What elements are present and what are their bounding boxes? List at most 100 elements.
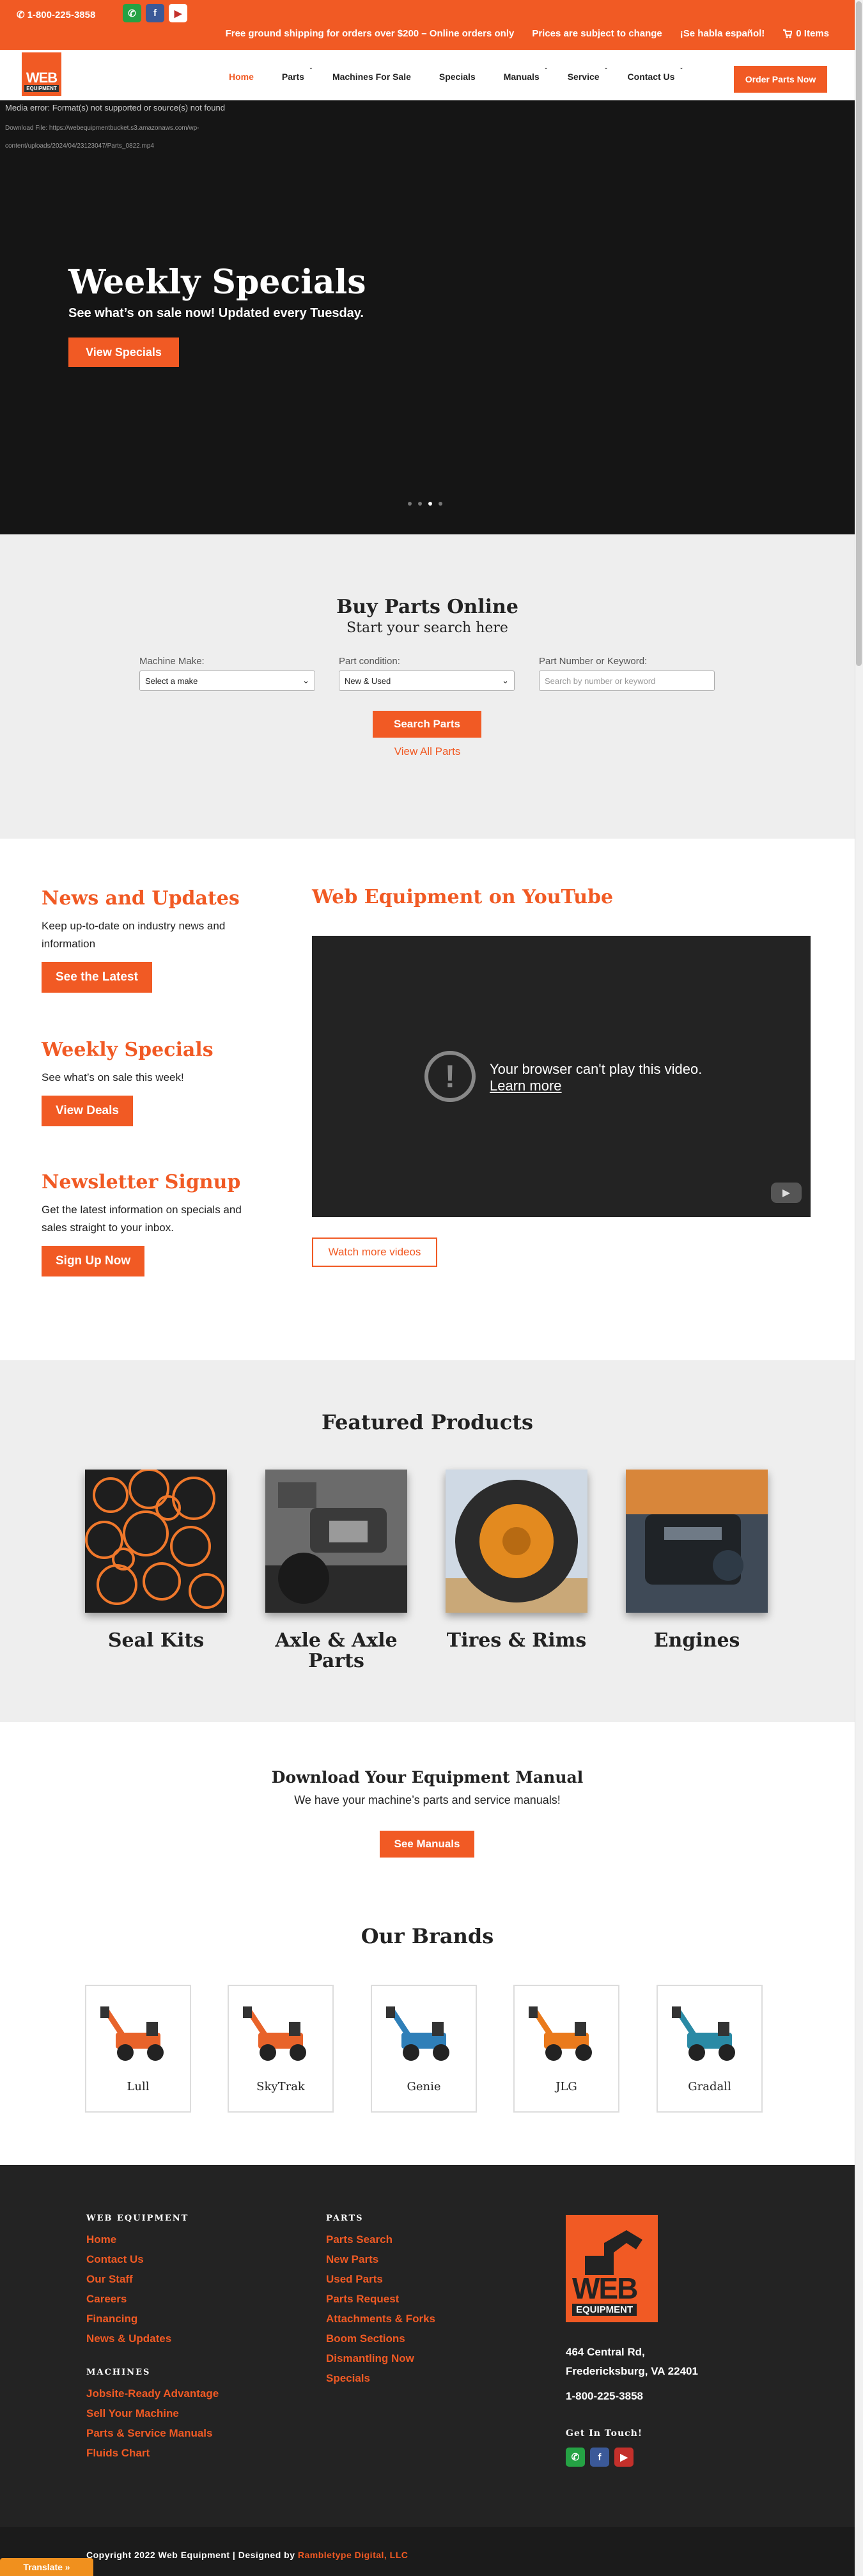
brand-card-lull[interactable]: Lull <box>85 1985 191 2113</box>
footer-social: ✆ f ▶ <box>566 2448 634 2467</box>
watch-more-button[interactable]: Watch more videos <box>312 1238 437 1267</box>
nav-service[interactable]: Service ˇ <box>567 68 607 82</box>
nav-machines[interactable]: Machines For Sale <box>332 72 411 82</box>
footer-heading: PARTS <box>326 2214 364 2223</box>
footer-link[interactable]: News & Updates <box>86 2329 219 2348</box>
address-line-1: 464 Central Rd, <box>566 2346 645 2358</box>
slider-dot[interactable] <box>408 502 412 506</box>
nav-parts[interactable]: Parts ˇ <box>282 68 312 82</box>
nav-contact-label: Contact Us <box>627 72 675 82</box>
brand-card-skytrak[interactable]: SkyTrak <box>228 1985 334 2113</box>
chevron-down-icon: ˇ <box>309 68 312 75</box>
footer-link[interactable]: Dismantling Now <box>326 2348 435 2368</box>
footer-link[interactable]: Parts & Service Manuals <box>86 2423 219 2443</box>
keyword-field: Part Number or Keyword: Search by number… <box>539 656 715 691</box>
footer-link[interactable]: Our Staff <box>86 2269 219 2289</box>
media-error: Media error: Format(s) not supported or … <box>5 103 225 113</box>
view-all-parts-link[interactable]: View All Parts <box>0 745 855 758</box>
footer-link[interactable]: New Parts <box>326 2249 435 2269</box>
product-seal-kits[interactable]: Seal Kits <box>85 1470 227 1651</box>
footer-link[interactable]: Contact Us <box>86 2249 219 2269</box>
footer-link[interactable]: Boom Sections <box>326 2329 435 2348</box>
footer-link[interactable]: Used Parts <box>326 2269 435 2289</box>
top-bar: ✆ 1-800-225-3858 ✆ f ▶ Free ground shipp… <box>0 0 855 50</box>
youtube-icon[interactable]: ▶ <box>614 2448 634 2467</box>
nav-service-label: Service <box>567 72 600 82</box>
footer-link[interactable]: Fluids Chart <box>86 2443 219 2463</box>
condition-select[interactable]: New & Used ⌄ <box>339 671 515 691</box>
telehandler-icon <box>243 2006 306 2061</box>
youtube-icon[interactable]: ▶ <box>169 4 187 22</box>
media-download-link[interactable]: Download File: https://webequipmentbucke… <box>5 120 274 155</box>
brands-section: Our Brands Lull SkyTrak Genie JLG Gradall <box>0 1882 855 2165</box>
cart-count: 0 Items <box>796 28 829 39</box>
featured-products-section: Featured Products Seal Kits Axle & Axle … <box>0 1360 855 1722</box>
telehandler-icon <box>672 2006 735 2061</box>
seal-kits-image <box>85 1470 227 1613</box>
translate-button[interactable]: Translate » <box>0 2558 93 2576</box>
footer-link[interactable]: Specials <box>326 2368 435 2388</box>
slider-dot-active[interactable] <box>428 502 432 506</box>
facebook-icon[interactable]: f <box>590 2448 609 2467</box>
nav-contact[interactable]: Contact Us ˇ <box>627 68 683 82</box>
footer-link[interactable]: Home <box>86 2230 219 2249</box>
product-axle-parts[interactable]: Axle & Axle Parts <box>265 1470 407 1672</box>
learn-more-link[interactable]: Learn more <box>490 1078 702 1094</box>
designer-link[interactable]: Rambletype Digital, LLC <box>298 2550 408 2560</box>
site-header: WEB EQUIPMENT Home Parts ˇ Machines For S… <box>0 50 855 100</box>
footer-phone[interactable]: 1-800-225-3858 <box>566 2390 643 2403</box>
footer-link[interactable]: Parts Request <box>326 2289 435 2309</box>
youtube-icon[interactable]: ▶ <box>771 1183 802 1203</box>
video-error-text: Your browser can't play this video. <box>490 1061 703 1077</box>
site-logo[interactable]: WEB EQUIPMENT <box>22 52 61 96</box>
telehandler-icon <box>386 2006 449 2061</box>
footer-link[interactable]: Careers <box>86 2289 219 2309</box>
make-select[interactable]: Select a make ⌄ <box>139 671 315 691</box>
buy-parts-section: Buy Parts Online Start your search here … <box>0 534 855 839</box>
search-parts-button[interactable]: Search Parts <box>373 711 481 738</box>
whatsapp-icon[interactable]: ✆ <box>566 2448 585 2467</box>
brand-card-genie[interactable]: Genie <box>371 1985 477 2113</box>
whatsapp-icon[interactable]: ✆ <box>123 4 141 22</box>
facebook-icon[interactable]: f <box>146 4 164 22</box>
phone-icon: ✆ <box>17 10 25 20</box>
see-manuals-button[interactable]: See Manuals <box>380 1831 474 1858</box>
product-engines[interactable]: Engines <box>626 1470 768 1651</box>
hero-title: Weekly Specials <box>68 263 366 302</box>
see-latest-button[interactable]: See the Latest <box>42 962 152 993</box>
error-icon: ! <box>424 1051 476 1102</box>
product-label: Axle & Axle Parts <box>275 1629 398 1672</box>
nav-home[interactable]: Home <box>229 72 254 82</box>
footer-link[interactable]: Jobsite-Ready Advantage <box>86 2384 219 2403</box>
phone-link[interactable]: ✆ 1-800-225-3858 <box>17 9 95 21</box>
nav-specials[interactable]: Specials <box>439 72 476 82</box>
footer-link[interactable]: Parts Search <box>326 2230 435 2249</box>
brand-card-gradall[interactable]: Gradall <box>657 1985 763 2113</box>
sign-up-button[interactable]: Sign Up Now <box>42 1246 145 1276</box>
top-bar-info: Free ground shipping for orders over $20… <box>226 28 829 39</box>
keyword-input[interactable]: Search by number or keyword <box>539 671 715 691</box>
make-label: Machine Make: <box>139 656 205 667</box>
video-player[interactable]: ! Your browser can't play this video. Le… <box>312 936 811 1217</box>
order-parts-button[interactable]: Order Parts Now <box>734 66 827 93</box>
view-deals-button[interactable]: View Deals <box>42 1096 133 1126</box>
footer-logo[interactable]: WEB EQUIPMENT <box>566 2215 658 2322</box>
scrollbar-thumb[interactable] <box>856 1 862 666</box>
footer-link[interactable]: Attachments & Forks <box>326 2309 435 2329</box>
social-links: ✆ f ▶ <box>123 4 187 22</box>
product-tires-rims[interactable]: Tires & Rims <box>446 1470 587 1651</box>
slider-dot[interactable] <box>418 502 422 506</box>
nav-manuals[interactable]: Manuals ˇ <box>504 68 547 82</box>
chevron-down-icon: ˇ <box>605 68 607 75</box>
footer-link[interactable]: Sell Your Machine <box>86 2403 219 2423</box>
view-specials-button[interactable]: View Specials <box>68 338 179 367</box>
engines-image <box>626 1470 768 1613</box>
footer-logo-text: WEB <box>572 2272 638 2305</box>
slider-dot[interactable] <box>439 502 442 506</box>
footer-bottom-bar: Copyright 2022 Web Equipment | Designed … <box>0 2527 855 2576</box>
footer-link[interactable]: Financing <box>86 2309 219 2329</box>
cart-link[interactable]: 0 Items <box>782 28 829 39</box>
slider-dots <box>408 502 442 506</box>
get-in-touch: Get In Touch! <box>566 2428 642 2439</box>
brand-card-jlg[interactable]: JLG <box>513 1985 619 2113</box>
